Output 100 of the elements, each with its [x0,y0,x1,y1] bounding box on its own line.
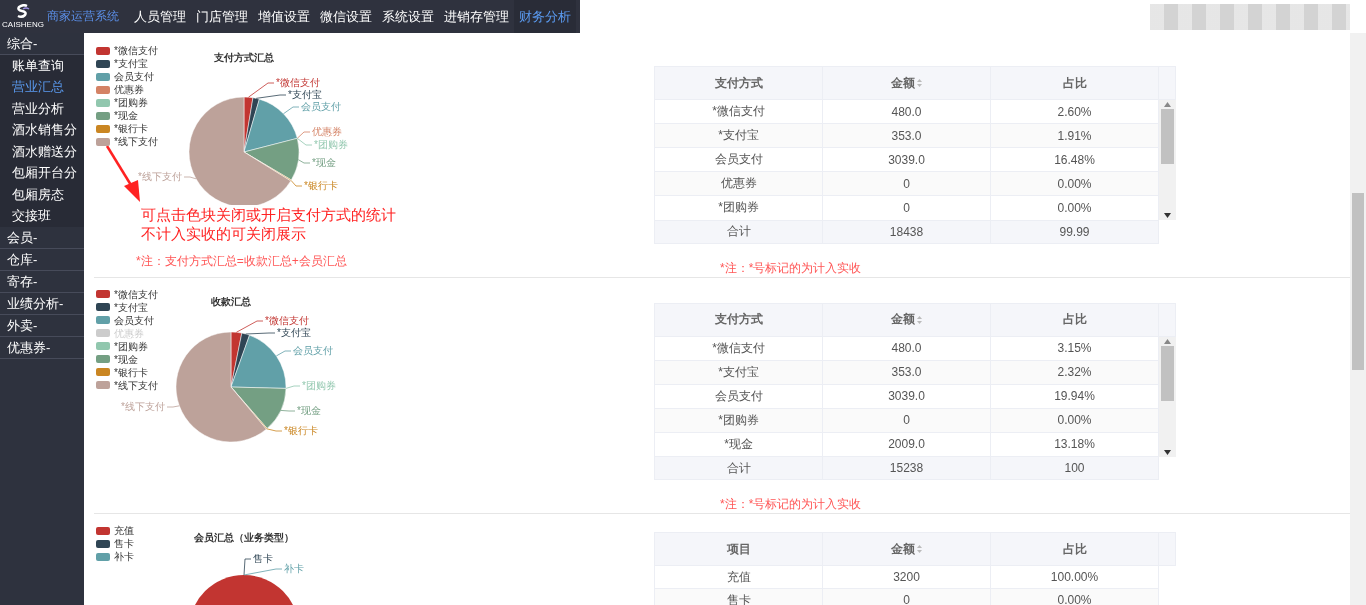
nav-tab[interactable]: 系统设置 [377,0,439,33]
column-header[interactable]: 金额 [822,532,991,566]
table-cell: *支付宝 [654,123,823,148]
leader-line [280,409,296,411]
sidebar-item[interactable]: 交接班 [0,205,84,227]
nav-tab[interactable]: 人员管理 [129,0,191,33]
nav-tab[interactable]: 微信设置 [315,0,377,33]
slice-label: *支付宝 [277,326,311,338]
table-cell: 3039.0 [822,384,991,409]
nav-tab[interactable]: 财务分析 [514,0,576,33]
slice-label: 会员支付 [293,344,333,356]
table-cell: 16.48% [990,147,1159,172]
column-header[interactable]: 金额 [822,303,991,336]
table-cell: *现金 [654,432,823,457]
slice-label: *团购券 [302,379,336,391]
legend-item[interactable]: *支付宝 [96,57,158,70]
table-cell: *微信支付 [654,336,823,361]
sidebar-group[interactable]: 优惠券- [0,337,84,359]
legend-item[interactable]: *微信支付 [96,44,158,57]
sidebar-item[interactable]: 包厢房态 [0,184,84,206]
sidebar-item[interactable]: 酒水赠送分 [0,141,84,163]
sidebar-group[interactable]: 寄存- [0,271,84,293]
table-cell: 0 [822,171,991,196]
legend-item[interactable]: 优惠券 [96,83,158,96]
sort-icon[interactable] [917,315,922,324]
table-cell: 0 [822,408,991,433]
table-cell: 0.00% [990,408,1159,433]
slice-label: 售卡 [253,553,273,564]
table-cell: 会员支付 [654,147,823,172]
slice-label: *线下支付 [138,171,182,182]
leader-line [298,159,311,164]
legend-item[interactable]: *线下支付 [96,378,158,392]
column-header[interactable]: 金额 [822,66,991,100]
total-cell: 15238 [822,456,991,480]
sidebar-group[interactable]: 业绩分析- [0,293,84,315]
legend-item[interactable]: 会员支付 [96,313,158,327]
sort-icon[interactable] [917,79,922,88]
legend-item[interactable]: *线下支付 [96,135,158,148]
legend-item[interactable]: 充值 [96,524,134,537]
sidebar-item[interactable]: 营业分析 [0,98,84,120]
app-name: 商家运营系统 [47,9,119,24]
nav-tab[interactable]: 门店管理 [191,0,253,33]
slice-label: *线下支付 [121,400,165,412]
table-cell: 353.0 [822,360,991,385]
leader-line [166,404,180,407]
slice-label: *现金 [297,404,321,416]
nav-tab[interactable]: 进销存管理 [439,0,514,33]
legend-item[interactable]: 售卡 [96,537,134,550]
table-cell: 2.32% [990,360,1159,385]
note-text: *注：*号标记的为计入实收 [720,259,863,277]
table-cell: 2.60% [990,99,1159,124]
slice-label: *团购券 [314,139,348,150]
sidebar-group[interactable]: 仓库- [0,249,84,271]
legend-item[interactable]: *团购券 [96,339,158,353]
annotation-text: 不计入实收的可关闭展示 [140,224,307,243]
legend-item[interactable]: *银行卡 [96,122,158,135]
note-text: *注：支付方式汇总=收款汇总+会员汇总 [135,253,348,270]
sidebar-item[interactable]: 账单查询 [0,55,84,77]
table-cell: 2009.0 [822,432,991,457]
table-cell: 0 [822,195,991,220]
table-cell: 0.00% [990,171,1159,196]
table-cell: 13.18% [990,432,1159,457]
table-cell: 19.94% [990,384,1159,409]
column-header: 项目 [654,532,823,566]
note-text: *注：*号标记的为计入实收 [720,496,863,513]
table-cell: 会员支付 [654,384,823,409]
legend-item[interactable]: *现金 [96,109,158,122]
column-header: 支付方式 [654,303,823,336]
table-cell: *团购券 [654,195,823,220]
legend-item[interactable]: *团购券 [96,96,158,109]
table-cell: 1.91% [990,123,1159,148]
legend-item[interactable]: *银行卡 [96,365,158,379]
table-cell: 0.00% [990,195,1159,220]
legend-item[interactable]: *现金 [96,352,158,366]
sidebar-item[interactable]: 营业汇总 [0,76,84,98]
legend-item[interactable]: 补卡 [96,550,134,563]
table-scrollbar[interactable] [1159,100,1176,220]
column-header: 占比 [990,532,1159,566]
slice-label: *银行卡 [284,424,318,436]
sidebar-item[interactable]: 酒水销售分 [0,119,84,141]
legend-item[interactable]: *微信支付 [96,287,158,301]
sidebar-item[interactable]: 包厢开台分 [0,162,84,184]
table-scrollbar[interactable] [1159,336,1176,457]
sidebar-group[interactable]: 会员- [0,227,84,249]
leader-line [183,176,197,180]
table-cell: *团购券 [654,408,823,433]
sort-icon[interactable] [917,545,922,554]
legend-item[interactable]: 会员支付 [96,70,158,83]
nav-tab[interactable]: 增值设置 [253,0,315,33]
page-scrollbar[interactable] [1350,33,1366,605]
leader-line [266,427,283,431]
slice-label: *微信支付 [276,77,320,88]
sidebar-group[interactable]: 外卖- [0,315,84,337]
legend-item[interactable]: *支付宝 [96,300,158,314]
total-cell: 合计 [654,220,823,243]
leader-line [275,350,292,356]
slice-label: 优惠券 [312,126,342,137]
arrow [105,145,140,202]
table-cell: 3200 [822,565,991,589]
slice-label: 会员支付 [301,101,341,112]
